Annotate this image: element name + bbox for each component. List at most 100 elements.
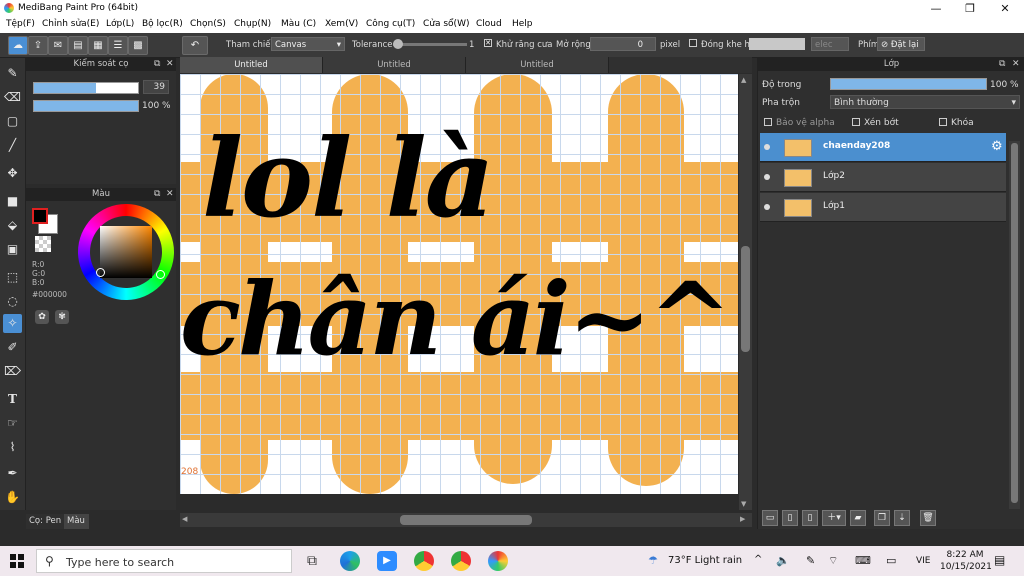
select-eraser-icon[interactable]: ⌦ — [3, 362, 22, 381]
merge-layer-icon[interactable]: ⇣ — [894, 510, 910, 526]
display-icon[interactable]: ▭ — [886, 554, 896, 567]
grid-icon[interactable]: ▩ — [128, 36, 148, 55]
minimize-button[interactable]: — — [919, 0, 953, 17]
layer-scrollbar[interactable] — [1009, 141, 1020, 509]
hand-tool-icon[interactable]: ✋ — [3, 488, 22, 507]
blend-select[interactable]: Bình thường ▾ — [830, 95, 1020, 109]
vertical-scrollbar[interactable]: ▲ ▼ — [739, 74, 752, 510]
chevron-up-icon[interactable]: ^ — [754, 554, 762, 565]
scroll-left-icon[interactable]: ◀ — [182, 515, 187, 523]
new-layer-icon[interactable]: ▭ — [762, 510, 778, 526]
menu-tools[interactable]: Công cụ(T) — [366, 19, 415, 29]
menu-window[interactable]: Cửa sổ(W) — [423, 19, 469, 29]
eraser-tool-icon[interactable]: ⌫ — [3, 88, 22, 107]
chat-icon[interactable]: ▤ — [68, 36, 88, 55]
lock-checkbox[interactable] — [939, 118, 947, 126]
lasso-tool-icon[interactable]: ◌ — [3, 292, 22, 311]
menu-layer[interactable]: Lớp(L) — [106, 19, 134, 29]
horizontal-scrollbar[interactable]: ◀ ▶ — [180, 513, 752, 527]
foreground-color-swatch[interactable] — [32, 208, 48, 224]
keyboard-icon[interactable]: ⌨ — [855, 554, 871, 567]
gear-icon[interactable]: ⚙ — [991, 139, 1003, 154]
maximize-button[interactable]: ❐ — [953, 0, 987, 17]
search-box[interactable]: ⚲ Type here to search — [36, 549, 292, 573]
scroll-up-icon[interactable]: ▲ — [741, 76, 746, 84]
brush-size-bar[interactable] — [33, 82, 139, 94]
clipping-checkbox[interactable] — [852, 118, 860, 126]
drawing-canvas[interactable]: lol là chân ái~^ 208 — [180, 74, 738, 494]
tab-color[interactable]: Màu — [64, 514, 89, 529]
scroll-right-icon[interactable]: ▶ — [740, 515, 745, 523]
palette-add-icon[interactable]: ✾ — [55, 310, 69, 324]
antialias-checkbox[interactable]: ✕ — [484, 39, 492, 47]
zoom-icon[interactable]: ▶ — [377, 551, 397, 571]
popout-icon[interactable]: ⧉ — [154, 188, 160, 201]
protect-alpha-checkbox[interactable] — [764, 118, 772, 126]
transparent-swatch[interactable] — [35, 236, 51, 252]
notification-icon[interactable]: ▤ — [994, 553, 1005, 567]
cloud-icon[interactable]: ☁ — [8, 36, 28, 55]
horizontal-scroll-thumb[interactable] — [400, 515, 532, 525]
magic-wand-icon[interactable]: ✧ — [3, 314, 22, 333]
menu-file[interactable]: Tệp(F) — [6, 19, 35, 29]
menu-select[interactable]: Chọn(S) — [190, 19, 226, 29]
trash-icon[interactable]: 🗑 — [920, 510, 936, 526]
language-indicator[interactable]: VIE — [916, 556, 931, 566]
reference-select[interactable]: Canvas ▾ — [271, 37, 345, 51]
new-layer-1bit-icon[interactable]: ▯ — [802, 510, 818, 526]
close-icon[interactable]: ✕ — [166, 188, 174, 201]
shape-tool-icon[interactable]: ▢ — [3, 112, 22, 131]
tolerance-slider-handle[interactable] — [393, 39, 403, 49]
tolerance-slider[interactable] — [393, 43, 467, 46]
vertical-scroll-thumb[interactable] — [741, 246, 750, 352]
bucket-tool-icon[interactable]: ⬙ — [3, 216, 22, 235]
layer-row[interactable]: Lớp2 — [760, 163, 1006, 192]
duplicate-layer-icon[interactable]: ❐ — [874, 510, 890, 526]
layer-row[interactable]: Lớp1 — [760, 193, 1006, 222]
eyedropper-icon[interactable]: ✒ — [3, 464, 22, 483]
add-layer-menu-icon[interactable]: ＋▾ — [822, 510, 846, 526]
medibang-icon[interactable] — [488, 551, 508, 571]
weather-text[interactable]: 73°F Light rain — [668, 555, 742, 566]
brush-size-value[interactable]: 39 — [143, 80, 169, 94]
layer-scroll-thumb[interactable] — [1011, 143, 1018, 503]
popout-icon[interactable]: ⧉ — [999, 57, 1005, 71]
reset-button[interactable]: ⊘ Đặt lại — [877, 37, 925, 51]
tab-brush[interactable]: Cọ: Pen — [26, 514, 65, 529]
hue-handle[interactable] — [156, 270, 165, 279]
brush-tool-icon[interactable]: ✎ — [3, 64, 22, 83]
clock[interactable]: 8:22 AM 10/15/2021 — [940, 549, 992, 573]
layer-row[interactable]: chaenday208 ⚙ — [760, 133, 1006, 162]
undo-icon[interactable]: ↶ — [182, 36, 208, 55]
fill-rect-icon[interactable]: ■ — [3, 192, 22, 211]
popout-icon[interactable]: ⧉ — [154, 58, 160, 71]
operation-tool-icon[interactable]: ☞ — [3, 414, 22, 433]
line-tool-icon[interactable]: ╱ — [3, 136, 22, 155]
menu-cloud[interactable]: Cloud — [476, 19, 502, 29]
gradient-tool-icon[interactable]: ▣ — [3, 240, 22, 259]
color-picker-handle[interactable] — [96, 268, 105, 277]
share-icon[interactable]: ⇪ — [28, 36, 48, 55]
menu-view[interactable]: Xem(V) — [325, 19, 358, 29]
gap-checkbox[interactable] — [689, 39, 697, 47]
move-tool-icon[interactable]: ✥ — [3, 164, 22, 183]
eye-icon[interactable] — [764, 174, 770, 180]
page-icon[interactable]: ▦ — [88, 36, 108, 55]
close-icon[interactable]: ✕ — [166, 58, 174, 71]
select-pen-icon[interactable]: ✐ — [3, 338, 22, 357]
close-icon[interactable]: ✕ — [1012, 57, 1020, 71]
saturation-square[interactable] — [100, 226, 152, 278]
expand-input[interactable]: 0 — [590, 37, 656, 51]
comment-icon[interactable]: ✉ — [48, 36, 68, 55]
eye-icon[interactable] — [764, 144, 770, 150]
close-button[interactable]: ✕ — [988, 0, 1022, 17]
new-layer-8bit-icon[interactable]: ▯ — [782, 510, 798, 526]
folder-icon[interactable]: ▰ — [850, 510, 866, 526]
tab-untitled-2[interactable]: Untitled — [323, 57, 466, 73]
brush-opacity-bar[interactable] — [33, 100, 139, 112]
menu-capture[interactable]: Chụp(N) — [234, 19, 271, 29]
layer-opacity-bar[interactable] — [830, 78, 987, 90]
select-rect-icon[interactable]: ⬚ — [3, 268, 22, 287]
dropper-tool-icon[interactable]: ⌇ — [3, 438, 22, 457]
palette-icon[interactable]: ✿ — [35, 310, 49, 324]
